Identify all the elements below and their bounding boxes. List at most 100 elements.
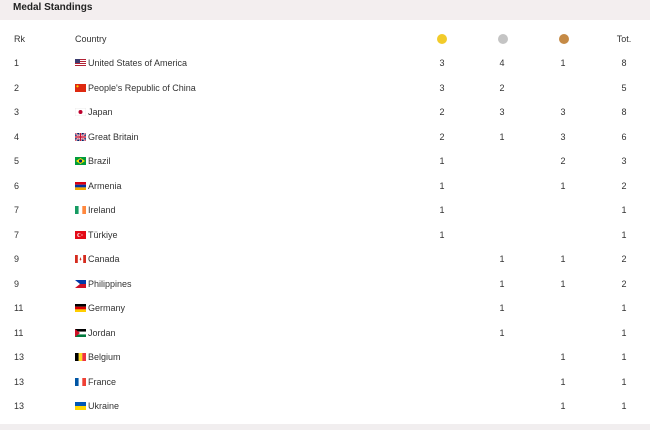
- rank-cell: 6: [14, 180, 20, 191]
- total-count: 2: [621, 180, 627, 191]
- japan-flag-icon: [75, 108, 86, 116]
- bronze-count: 3: [560, 107, 566, 117]
- rank-cell: 13: [14, 376, 25, 387]
- gold-count: 1: [439, 229, 445, 240]
- total-count: 2: [621, 254, 627, 264]
- rank-cell: 9: [14, 278, 20, 289]
- table-row[interactable]: 13 France 1 1: [0, 374, 650, 390]
- bronze-count: 1: [560, 278, 566, 289]
- total-count: 1: [621, 352, 627, 362]
- table-row[interactable]: 7 Türkiye 1 1: [0, 227, 650, 243]
- total-count: 1: [621, 303, 627, 313]
- table-row[interactable]: 9 Philippines 1 1 2: [0, 276, 650, 292]
- header-country[interactable]: Country: [75, 31, 107, 47]
- bronze-count: 1: [560, 376, 566, 387]
- brazil-flag-icon: [75, 157, 86, 165]
- country-name[interactable]: United States of America: [88, 55, 187, 71]
- rank-cell: 11: [14, 327, 24, 338]
- total-count: 5: [621, 82, 627, 93]
- country-name[interactable]: Türkiye: [88, 227, 118, 243]
- silver-count: 3: [499, 107, 505, 117]
- table-header: Rk Country Tot.: [0, 31, 650, 47]
- total-count: 1: [621, 401, 627, 411]
- silver-count: 1: [499, 254, 505, 264]
- table-row[interactable]: 5 Brazil 1 2 3: [0, 153, 650, 169]
- rank-cell: 7: [14, 205, 20, 215]
- canada-flag-icon: [75, 255, 86, 263]
- bottom-bar: [0, 424, 650, 430]
- gold-count: 3: [439, 82, 445, 93]
- silver-count: 1: [499, 131, 505, 142]
- total-count: 1: [621, 205, 627, 215]
- country-name[interactable]: Philippines: [88, 276, 132, 292]
- country-name[interactable]: Japan: [88, 104, 113, 120]
- table-row[interactable]: 11 Jordan 1 1: [0, 325, 650, 341]
- bronze-count: 3: [560, 131, 566, 142]
- table-row[interactable]: 13 Ukraine 1 1: [0, 398, 650, 414]
- country-name[interactable]: Ukraine: [88, 398, 119, 414]
- header-total[interactable]: Tot.: [612, 31, 636, 47]
- france-flag-icon: [75, 377, 86, 386]
- philippines-flag-icon: [75, 279, 86, 288]
- table-row[interactable]: 7 Ireland 1 1: [0, 202, 650, 218]
- china-flag-icon: [75, 83, 86, 92]
- gold-medal-icon[interactable]: [437, 34, 447, 44]
- title-bar: Medal Standings: [0, 0, 650, 20]
- belgium-flag-icon: [75, 353, 86, 361]
- table-row[interactable]: 1 United States of America 3 4 1 8: [0, 55, 650, 71]
- table-row[interactable]: 6 Armenia 1 1 2: [0, 178, 650, 194]
- country-name[interactable]: Great Britain: [88, 129, 139, 145]
- ukraine-flag-icon: [75, 402, 86, 410]
- turkiye-flag-icon: [75, 230, 86, 239]
- total-count: 6: [621, 131, 627, 142]
- gold-count: 2: [439, 131, 445, 142]
- gold-count: 1: [439, 180, 445, 191]
- table-row[interactable]: 9 Canada 1 1 2: [0, 251, 650, 267]
- country-name[interactable]: Brazil: [88, 153, 111, 169]
- table-row[interactable]: 13 Belgium 1 1: [0, 349, 650, 365]
- total-count: 2: [621, 278, 627, 289]
- silver-count: 1: [499, 327, 505, 338]
- bronze-count: 1: [560, 58, 566, 68]
- bronze-count: 1: [560, 180, 566, 191]
- total-count: 8: [621, 107, 627, 117]
- total-count: 1: [621, 229, 627, 240]
- armenia-flag-icon: [75, 181, 86, 190]
- country-name[interactable]: Canada: [88, 251, 120, 267]
- silver-medal-icon[interactable]: [498, 34, 508, 44]
- country-name[interactable]: People's Republic of China: [88, 80, 196, 96]
- total-count: 1: [621, 327, 627, 338]
- country-name[interactable]: Armenia: [88, 178, 122, 194]
- country-name[interactable]: Germany: [88, 300, 125, 316]
- table-row[interactable]: 11 Germany 1 1: [0, 300, 650, 316]
- bronze-count: 2: [560, 156, 566, 166]
- uk-flag-icon: [75, 132, 86, 141]
- table-row[interactable]: 4 Great Britain 2 1 3 6: [0, 129, 650, 145]
- silver-count: 4: [499, 58, 505, 68]
- bronze-count: 1: [560, 352, 566, 362]
- table-row[interactable]: 2 People's Republic of China 3 2 5: [0, 80, 650, 96]
- table-row[interactable]: 3 Japan 2 3 3 8: [0, 104, 650, 120]
- total-count: 8: [621, 58, 627, 68]
- rank-cell: 2: [14, 82, 20, 93]
- gold-count: 1: [439, 205, 445, 215]
- gold-count: 1: [439, 156, 445, 166]
- rank-cell: 13: [14, 401, 25, 411]
- rank-cell: 9: [14, 254, 20, 264]
- country-name[interactable]: Jordan: [88, 325, 116, 341]
- rank-cell: 13: [14, 352, 25, 362]
- rank-cell: 5: [14, 156, 20, 166]
- bronze-count: 1: [560, 401, 566, 411]
- bronze-count: 1: [560, 254, 566, 264]
- country-name[interactable]: Belgium: [88, 349, 121, 365]
- bronze-medal-icon[interactable]: [559, 34, 569, 44]
- rank-cell: 3: [14, 107, 20, 117]
- us-flag-icon: [75, 59, 86, 67]
- header-rank[interactable]: Rk: [14, 31, 25, 47]
- silver-count: 1: [499, 303, 505, 313]
- total-count: 1: [621, 376, 627, 387]
- gold-count: 3: [439, 58, 445, 68]
- country-name[interactable]: France: [88, 374, 116, 390]
- total-count: 3: [621, 156, 627, 166]
- country-name[interactable]: Ireland: [88, 202, 116, 218]
